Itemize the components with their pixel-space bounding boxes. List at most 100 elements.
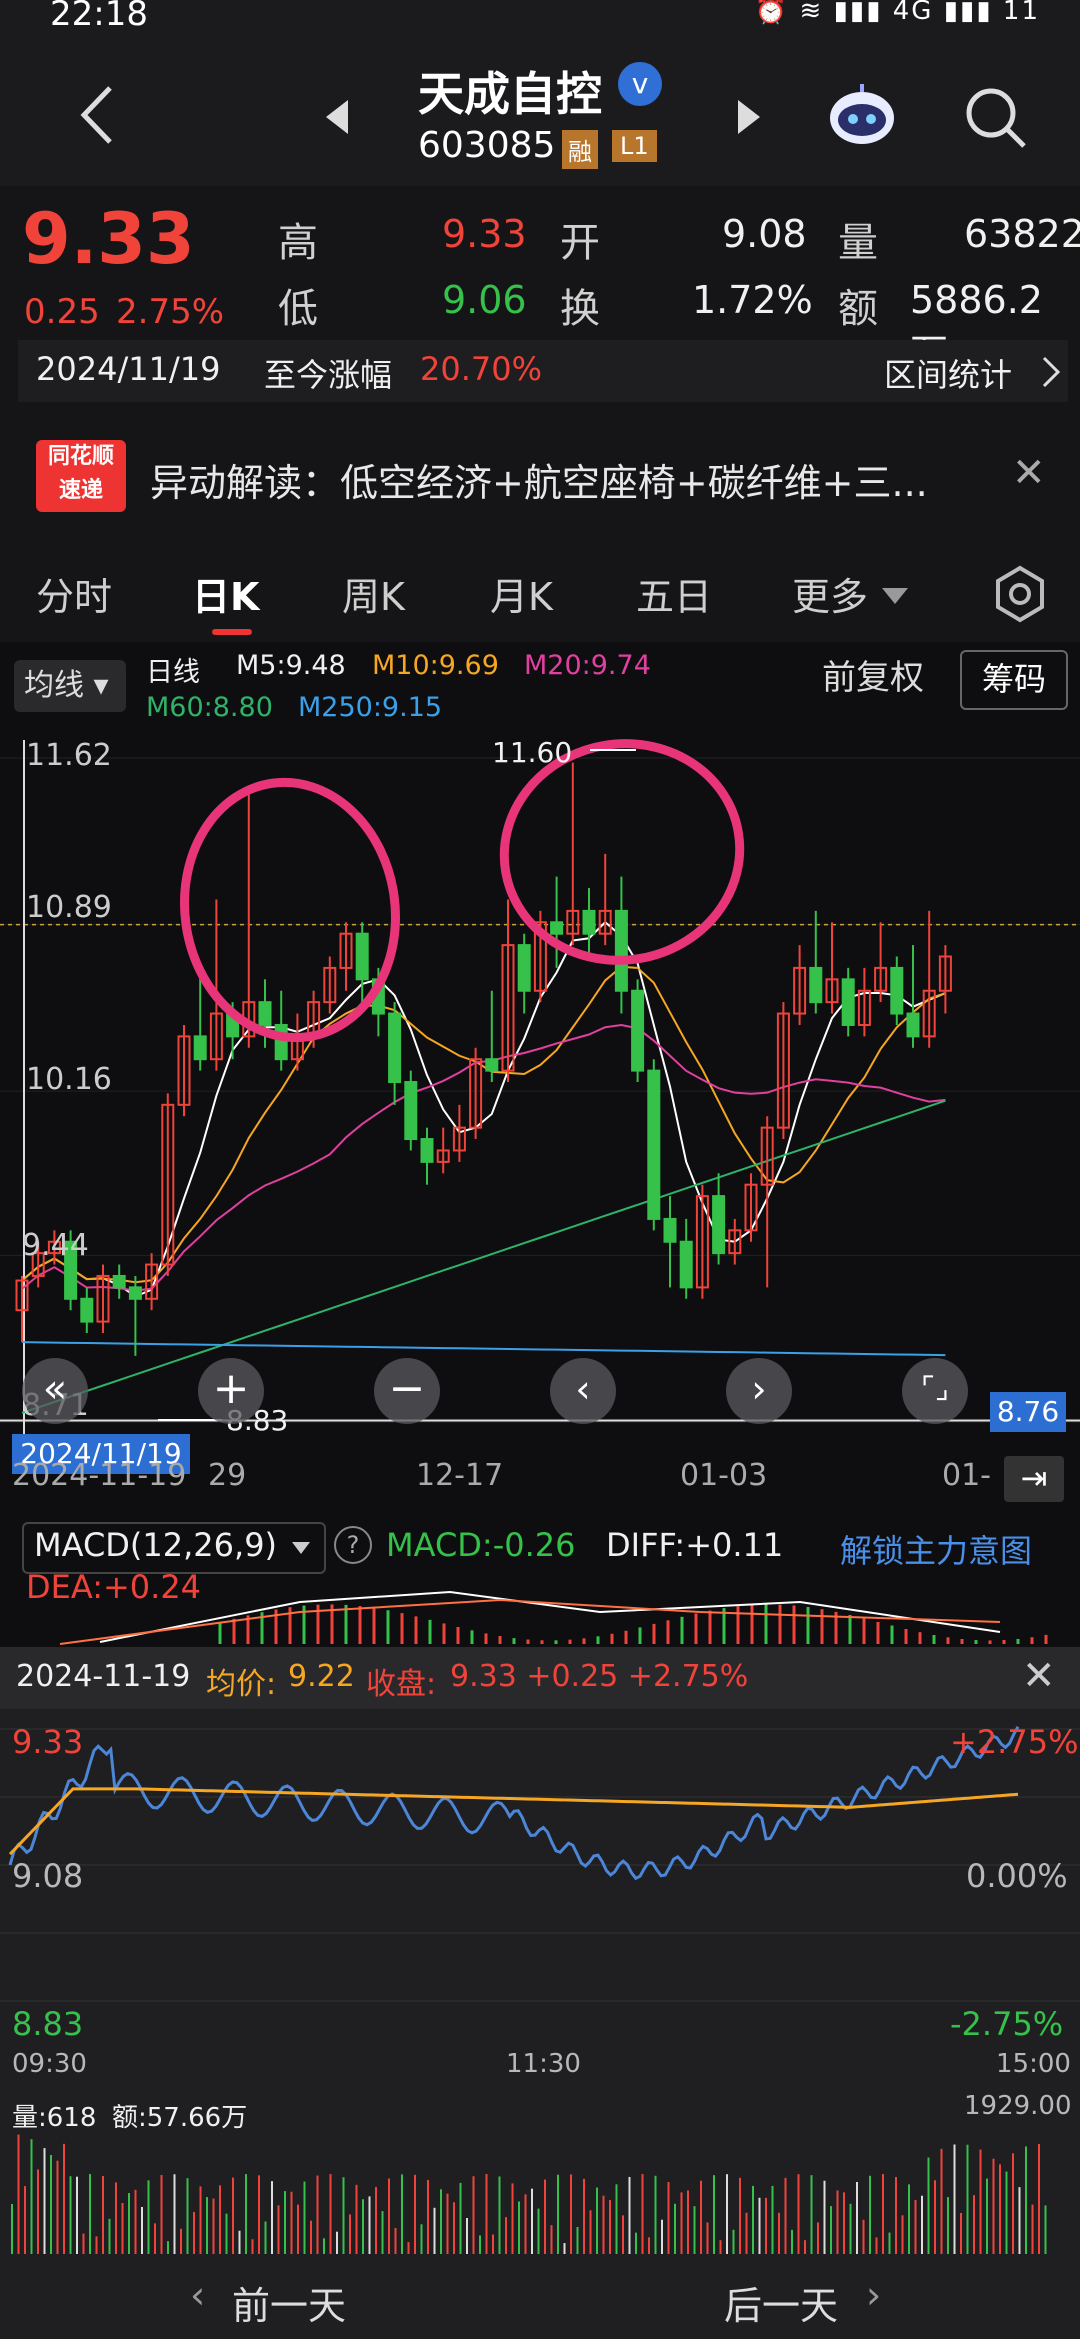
tab-five-day[interactable]: 五日 [636,566,712,621]
diff-value: DIFF:+0.11 [606,1526,784,1564]
y-label-4: 9.44 [22,1228,89,1263]
candle-body [404,1081,418,1141]
next-day-button[interactable]: 后一天 [724,2275,838,2330]
header: 天成自控 v 603085 融 L1 [0,40,1080,186]
last-price-badge: 8.76 [990,1392,1066,1432]
tab-monthly-k[interactable]: 月K [490,566,553,621]
candle-body [631,989,645,1072]
ma60-line [21,1099,946,1414]
range-start-date: 2024/11/19 [36,350,221,388]
time-mid: 11:30 [506,2049,581,2079]
high-marker-label: 11.60 [492,736,573,769]
current-price: 9.33 [22,198,195,280]
open-label: 开 [560,220,600,266]
ma250-line [21,1341,946,1357]
ma-selector[interactable]: 均线 ▾ [14,660,126,712]
x-label-1: 2024-11-19 [12,1458,187,1493]
previous-stock-icon[interactable] [318,92,358,142]
ma20-line [21,1024,946,1292]
intraday-pct-low: -2.75% [950,2005,1064,2043]
help-icon[interactable]: ? [334,1526,372,1564]
jump-to-latest-icon[interactable]: ⇥ [1004,1456,1064,1502]
legend-m250: M250:9.15 [298,692,443,723]
range-since-label: 至今涨幅 [264,356,393,394]
x-label-2: 29 [208,1458,247,1493]
macd-title: MACD(12,26,9) [34,1526,278,1564]
time-start: 09:30 [12,2049,87,2079]
intraday-amount: 额:57.66万 [112,2103,248,2133]
candle-body [485,1058,499,1072]
ma5-line [21,920,946,1298]
avg-price-label: 均价: [206,1667,277,1702]
candle-body [647,1069,661,1220]
close-icon[interactable]: ✕ [1012,450,1046,496]
amount-label: 额 [838,286,878,332]
candle-body [258,1001,272,1026]
settings-icon[interactable] [990,564,1050,624]
verified-icon: v [618,62,662,106]
tab-daily-k[interactable]: 日K [192,566,259,621]
period-tabs: 分时 日K 周K 月K 五日 更多 [0,536,1080,642]
line-type-label: 日线 [146,657,200,688]
stock-code: 603085 [418,125,556,166]
open-value: 9.08 [722,212,807,256]
intraday-y-high: 9.33 [12,1723,84,1761]
prev-day-button[interactable]: 前一天 [232,2275,346,2330]
ths-express-logo: 同花顺 速递 [36,440,126,512]
candle-body [112,1274,126,1289]
intraday-y-mid: 9.08 [12,1857,84,1895]
chevron-right-icon [1042,356,1061,388]
tab-intraday[interactable]: 分时 [36,566,112,621]
range-row[interactable]: 2024/11/19 至今涨幅 20.70% 区间统计 [18,340,1068,402]
margin-tag: 融 [562,130,598,169]
candle-body [890,966,904,1015]
search-icon[interactable] [962,84,1028,150]
unlock-main-intent-link[interactable]: 解锁主力意图 [840,1526,1032,1572]
x-label-3: 12-17 [416,1458,504,1493]
fullscreen-icon[interactable]: ⌜⌟ [902,1358,968,1424]
intraday-y-low: 8.83 [12,2005,84,2043]
next-stock-icon[interactable] [728,92,768,142]
low-label: 低 [278,286,318,332]
intraday-date: 2024-11-19 [16,1659,191,1694]
rewind-icon[interactable]: « [22,1358,88,1424]
macd-value: MACD:-0.26 [386,1526,576,1564]
chips-button[interactable]: 筹码 [960,650,1068,710]
level-tag: L1 [612,130,657,162]
tab-weekly-k[interactable]: 周K [342,566,405,621]
intraday-volume: 量:618 [12,2103,97,2133]
candle-body [809,966,823,1004]
scroll-left-icon[interactable]: ‹ [550,1358,616,1424]
robot-assistant-icon[interactable] [826,82,898,148]
candle-body [355,932,369,981]
scroll-right-icon[interactable]: › [726,1358,792,1424]
candle-body [420,1138,434,1163]
high-value: 9.33 [442,212,527,256]
turnover-label: 换 [560,286,600,332]
adjust-type-button[interactable]: 前复权 [822,650,924,699]
stock-name[interactable]: 天成自控 [418,58,602,124]
zoom-out-icon[interactable]: − [374,1358,440,1424]
intraday-bg [0,1709,1080,2049]
intraday-close-icon[interactable]: ✕ [1022,1653,1056,1699]
legend-m5: M5:9.48 [236,650,346,681]
legend-m20: M20:9.74 [524,650,651,681]
back-arrow-icon[interactable] [70,80,130,150]
intraday-chart[interactable] [0,1709,1080,2259]
range-since-value: 20.70% [420,350,543,388]
ma10-line [21,965,946,1284]
macd-panel: MACD(12,26,9) ? MACD:-0.26 DIFF:+0.11 解锁… [0,1512,1080,1647]
intraday-pct-high: +2.75% [950,1723,1079,1761]
tab-more[interactable]: 更多 [792,566,868,621]
time-end: 15:00 [996,2049,1071,2079]
banner-text[interactable]: 异动解读：低空经济+航空座椅+碳纤维+三... [150,452,928,507]
price-change-pct: 2.75% [116,292,225,332]
interval-stats-button[interactable]: 区间统计 [884,350,1012,396]
zoom-in-icon[interactable]: + [198,1358,264,1424]
candle-body [712,1195,726,1255]
x-label-5: 01- [942,1458,991,1493]
status-icons: ⏰ ≋ ▮▮▮ 4G ▮▮▮ 11 [754,0,1040,26]
candle-body [193,1035,207,1061]
high-label: 高 [278,220,318,266]
macd-dropdown-icon [292,1542,310,1554]
